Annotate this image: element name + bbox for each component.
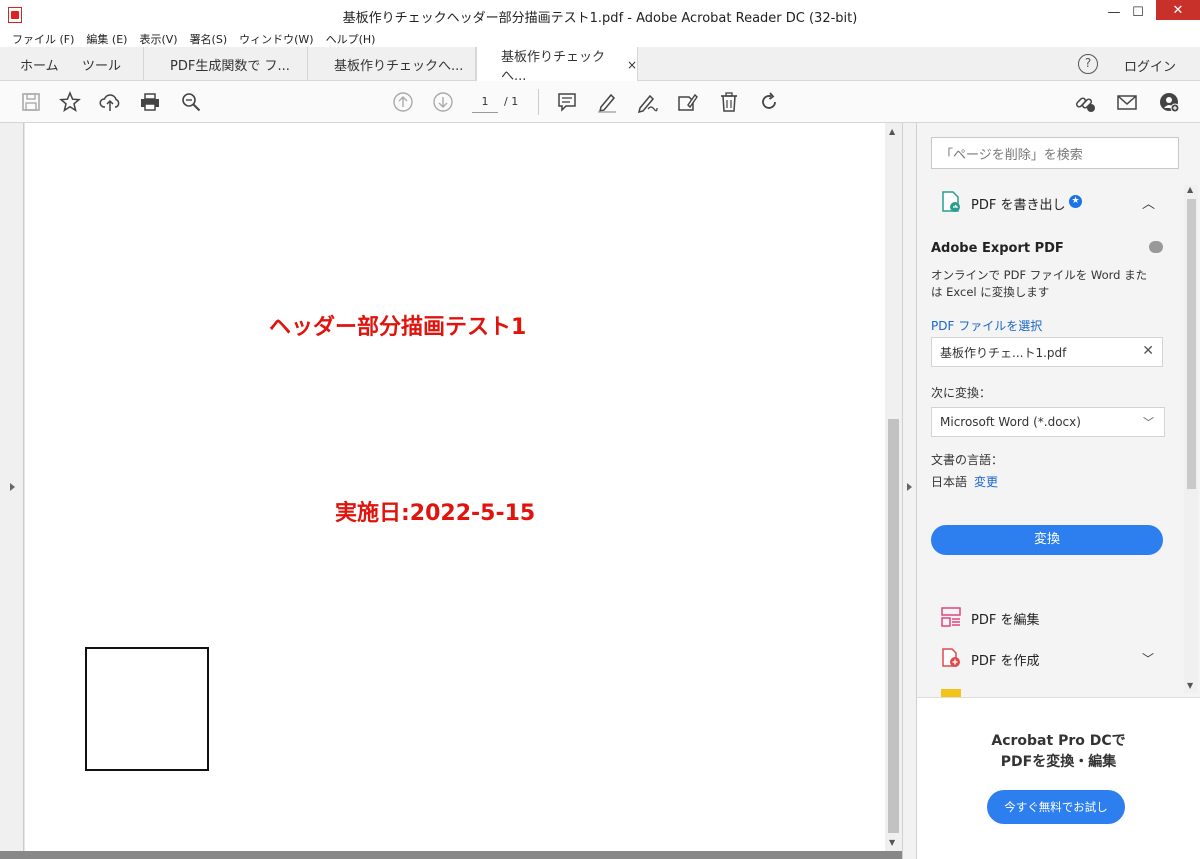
maximize-button[interactable]: ☐ bbox=[1120, 0, 1156, 24]
title-bar: 基板作りチェックヘッダー部分描画テスト1.pdf - Adobe Acrobat… bbox=[0, 0, 1200, 30]
page-number-input[interactable]: 1 bbox=[472, 91, 498, 113]
left-panel-toggle[interactable] bbox=[0, 123, 24, 851]
remove-file-icon[interactable]: ✕ bbox=[1142, 343, 1154, 359]
export-pdf-section-header[interactable]: PDF を書き出し ★ ︿ bbox=[917, 181, 1182, 227]
pdf-page: ヘッダー部分描画テスト1 実施日:2022-5-15 bbox=[25, 123, 885, 851]
promo-line-2: PDFを変換・編集 bbox=[1000, 754, 1117, 770]
export-description: オンラインで PDF ファイルを Word または Excel に変換します bbox=[931, 268, 1148, 299]
scroll-up-arrow-icon[interactable]: ▲ bbox=[1187, 185, 1193, 194]
menu-help[interactable]: ヘルプ(H) bbox=[320, 29, 382, 47]
expand-left-arrow-icon bbox=[10, 483, 15, 491]
tab-close-icon[interactable]: × bbox=[627, 58, 637, 72]
tools-scrollbar-thumb[interactable] bbox=[1187, 199, 1196, 489]
collapse-right-arrow-icon bbox=[907, 483, 912, 491]
chevron-down-icon[interactable]: ﹀ bbox=[1142, 650, 1154, 667]
bookmark-star-icon[interactable] bbox=[59, 91, 81, 113]
tools-pane-scrollbar[interactable]: ▲ ▼ bbox=[1184, 185, 1198, 693]
page-total: / 1 bbox=[504, 95, 519, 108]
delete-trash-icon[interactable] bbox=[718, 91, 740, 113]
drawn-square bbox=[85, 647, 209, 771]
select-file-link[interactable]: PDF ファイルを選択 bbox=[931, 317, 1042, 334]
change-language-link[interactable]: 変更 bbox=[974, 473, 998, 490]
share-link-icon[interactable] bbox=[1074, 91, 1096, 113]
tool-edit-pdf[interactable]: PDF を編集 bbox=[917, 597, 1182, 637]
menu-view[interactable]: 表示(V) bbox=[133, 29, 183, 47]
prev-page-icon[interactable] bbox=[392, 91, 414, 113]
scrollbar-thumb[interactable] bbox=[888, 419, 899, 833]
document-language-value: 日本語 bbox=[931, 475, 968, 489]
tools-pane: 「ページを削除」を検索 PDF を書き出し ★ ︿ Adobe Export P… bbox=[917, 123, 1200, 859]
rotate-icon[interactable] bbox=[758, 91, 780, 113]
tab-document-2[interactable]: 基板作りチェックへ... bbox=[308, 47, 476, 81]
selected-file-field[interactable]: 基板作りチェ...ト1.pdf ✕ bbox=[931, 337, 1163, 367]
selected-file-name: 基板作りチェ...ト1.pdf bbox=[940, 346, 1067, 360]
tab-document-3-active[interactable]: 基板作りチェックへ... × bbox=[476, 47, 638, 84]
scroll-up-arrow-icon[interactable]: ▲ bbox=[889, 127, 895, 136]
menu-file[interactable]: ファイル (F) bbox=[6, 29, 80, 47]
collapse-chevron-icon[interactable]: ︿ bbox=[1142, 193, 1155, 212]
export-pdf-panel: Adobe Export PDF オンラインで PDF ファイルを Word ま… bbox=[917, 227, 1182, 591]
premium-star-icon: ★ bbox=[1069, 195, 1082, 208]
document-area: ヘッダー部分描画テスト1 実施日:2022-5-15 ▲ ▼ bbox=[0, 123, 902, 859]
export-title: Adobe Export PDF bbox=[931, 241, 1064, 256]
help-icon[interactable]: ? bbox=[1078, 54, 1098, 74]
export-pdf-label: PDF を書き出し bbox=[971, 198, 1066, 213]
document-heading: ヘッダー部分描画テスト1 bbox=[269, 315, 527, 340]
highlight-pen-icon[interactable] bbox=[596, 91, 618, 113]
menu-edit[interactable]: 編集 (E) bbox=[80, 29, 133, 47]
tab-bar: ホーム ツール PDF生成関数で フ... 基板作りチェックへ... 基板作りチ… bbox=[0, 47, 1200, 84]
menu-window[interactable]: ウィンドウ(W) bbox=[233, 29, 319, 47]
zoom-search-icon[interactable] bbox=[180, 91, 202, 113]
toolbar: 1 / 1 bbox=[0, 81, 1200, 123]
format-select[interactable]: Microsoft Word (*.docx) ﹀ bbox=[931, 407, 1165, 437]
scroll-down-arrow-icon[interactable]: ▼ bbox=[1187, 681, 1193, 690]
fill-sign-icon[interactable] bbox=[676, 91, 698, 113]
tab-document-3-label: 基板作りチェックへ... bbox=[501, 49, 606, 84]
upload-cloud-icon[interactable] bbox=[99, 91, 121, 113]
save-icon[interactable] bbox=[20, 91, 42, 113]
free-trial-button[interactable]: 今すぐ無料でお試し bbox=[987, 790, 1125, 824]
tool-create-pdf[interactable]: PDF を作成 ﹀ bbox=[917, 638, 1182, 678]
toolbar-divider bbox=[538, 89, 539, 115]
create-pdf-label: PDF を作成 bbox=[971, 654, 1040, 669]
create-pdf-icon bbox=[942, 648, 960, 667]
convert-button[interactable]: 変換 bbox=[931, 525, 1163, 555]
login-button[interactable]: ログイン bbox=[1124, 56, 1176, 75]
document-date: 実施日:2022-5-15 bbox=[335, 501, 536, 526]
promo-line-1: Acrobat Pro DCで bbox=[991, 733, 1126, 749]
document-scrollbar[interactable]: ▲ ▼ bbox=[885, 123, 902, 851]
convert-to-label: 次に変換： bbox=[931, 386, 992, 400]
email-icon[interactable] bbox=[1116, 91, 1138, 113]
tab-tools[interactable]: ツール bbox=[82, 47, 144, 81]
tool-search-input[interactable]: 「ページを削除」を検索 bbox=[931, 137, 1179, 169]
menu-sign[interactable]: 署名(S) bbox=[184, 29, 234, 47]
tab-document-1[interactable]: PDF生成関数で フ... bbox=[144, 47, 308, 81]
comment-icon[interactable] bbox=[556, 91, 578, 113]
tab-home[interactable]: ホーム bbox=[20, 47, 59, 81]
document-language-label: 文書の言語： bbox=[931, 453, 1004, 467]
add-user-icon[interactable] bbox=[1158, 91, 1180, 113]
right-panel-toggle[interactable] bbox=[902, 123, 917, 859]
comment-tool-icon bbox=[941, 689, 961, 697]
export-pdf-icon bbox=[942, 191, 960, 212]
chevron-down-icon: ﹀ bbox=[1143, 416, 1154, 429]
next-page-icon[interactable] bbox=[432, 91, 454, 113]
edit-pdf-label: PDF を編集 bbox=[971, 613, 1040, 628]
print-icon[interactable] bbox=[139, 91, 161, 113]
format-select-value: Microsoft Word (*.docx) bbox=[940, 415, 1081, 429]
close-window-button[interactable]: ✕ bbox=[1156, 0, 1200, 20]
scroll-down-arrow-icon[interactable]: ▼ bbox=[889, 838, 895, 847]
window-title: 基板作りチェックヘッダー部分描画テスト1.pdf - Adobe Acrobat… bbox=[342, 11, 858, 26]
bottom-border bbox=[0, 851, 902, 859]
upgrade-promo: Acrobat Pro DCで PDFを変換・編集 今すぐ無料でお試し bbox=[917, 697, 1200, 859]
cloud-icon bbox=[1149, 241, 1163, 253]
edit-pdf-icon bbox=[941, 607, 961, 627]
draw-freehand-icon[interactable] bbox=[636, 91, 658, 113]
menu-bar: ファイル (F) 編集 (E) 表示(V) 署名(S) ウィンドウ(W) ヘルプ… bbox=[0, 29, 1200, 47]
